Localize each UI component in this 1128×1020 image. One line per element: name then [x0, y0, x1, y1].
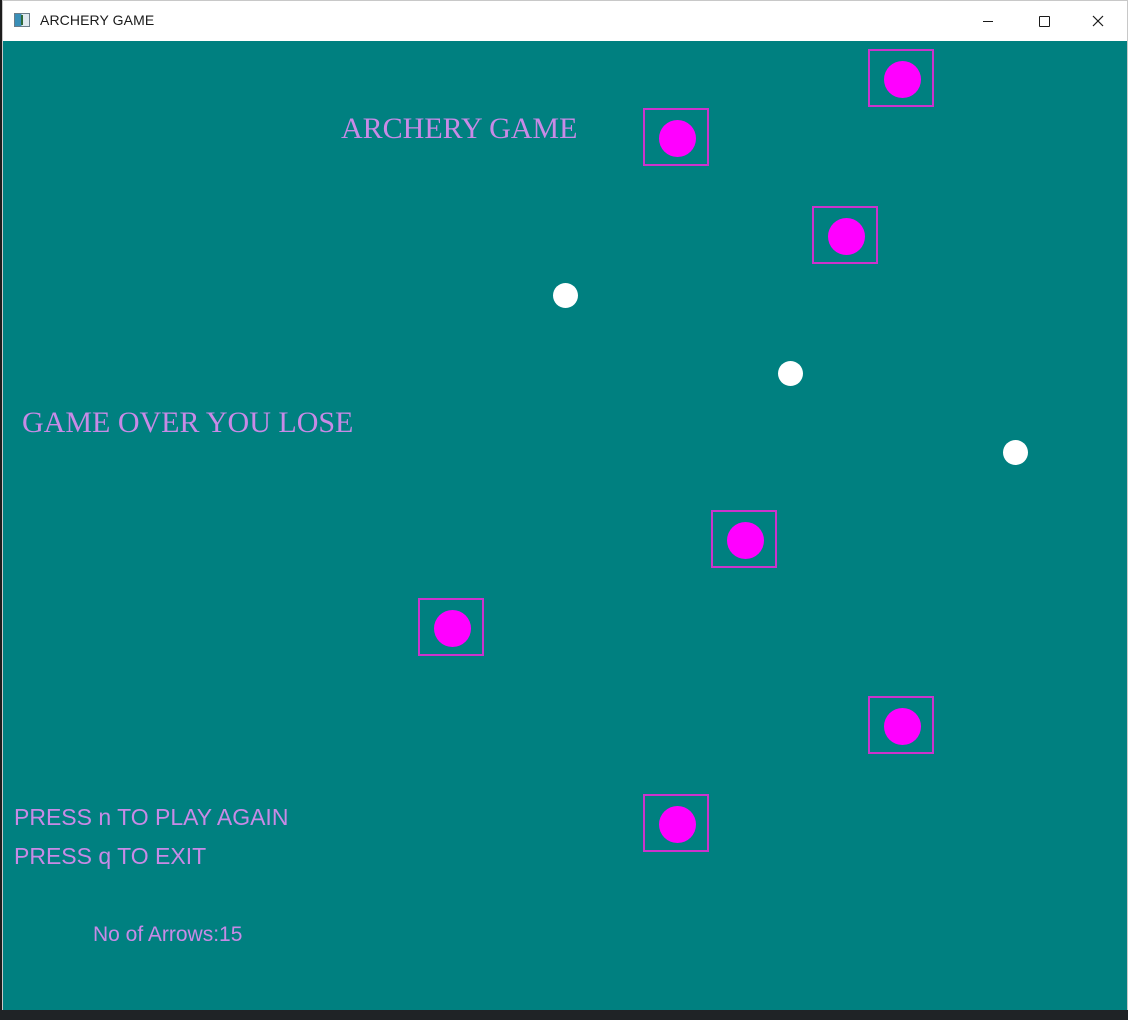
target: [812, 206, 878, 264]
target: [868, 696, 934, 754]
app-icon: [14, 13, 30, 27]
target: [643, 794, 709, 852]
play-again-prompt: PRESS n TO PLAY AGAIN: [14, 804, 289, 830]
title-bar[interactable]: ARCHERY GAME: [3, 1, 1127, 41]
game-heading: ARCHERY GAME: [341, 112, 578, 145]
arrow-projectile: [778, 361, 803, 386]
game-window: ARCHERY GAME ARCHERY GAME GAME OVER YOU …: [2, 0, 1128, 1010]
target: [418, 598, 484, 656]
target-bullseye: [727, 522, 764, 559]
target-bullseye: [884, 708, 921, 745]
arrows-counter: No of Arrows:15: [93, 923, 242, 947]
target: [868, 49, 934, 107]
close-icon: [1092, 15, 1104, 27]
target: [711, 510, 777, 568]
maximize-button[interactable]: [1021, 1, 1067, 41]
target-bullseye: [828, 218, 865, 255]
taskbar-strip: [0, 1010, 1128, 1020]
close-button[interactable]: [1075, 1, 1121, 41]
minimize-icon: [983, 20, 993, 22]
arrows-label: No of Arrows:: [93, 923, 220, 946]
window-title: ARCHERY GAME: [40, 12, 155, 28]
target: [643, 108, 709, 166]
target-bullseye: [884, 61, 921, 98]
game-canvas[interactable]: ARCHERY GAME GAME OVER YOU LOSE PRESS n …: [3, 41, 1127, 1010]
arrow-projectile: [1003, 440, 1028, 465]
minimize-button[interactable]: [965, 1, 1011, 41]
maximize-icon: [1038, 15, 1050, 27]
arrows-count: 15: [219, 923, 243, 946]
target-bullseye: [434, 610, 471, 647]
target-bullseye: [659, 120, 696, 157]
target-bullseye: [659, 806, 696, 843]
exit-prompt: PRESS q TO EXIT: [14, 843, 207, 869]
arrow-projectile: [553, 283, 578, 308]
game-status: GAME OVER YOU LOSE: [22, 406, 354, 439]
